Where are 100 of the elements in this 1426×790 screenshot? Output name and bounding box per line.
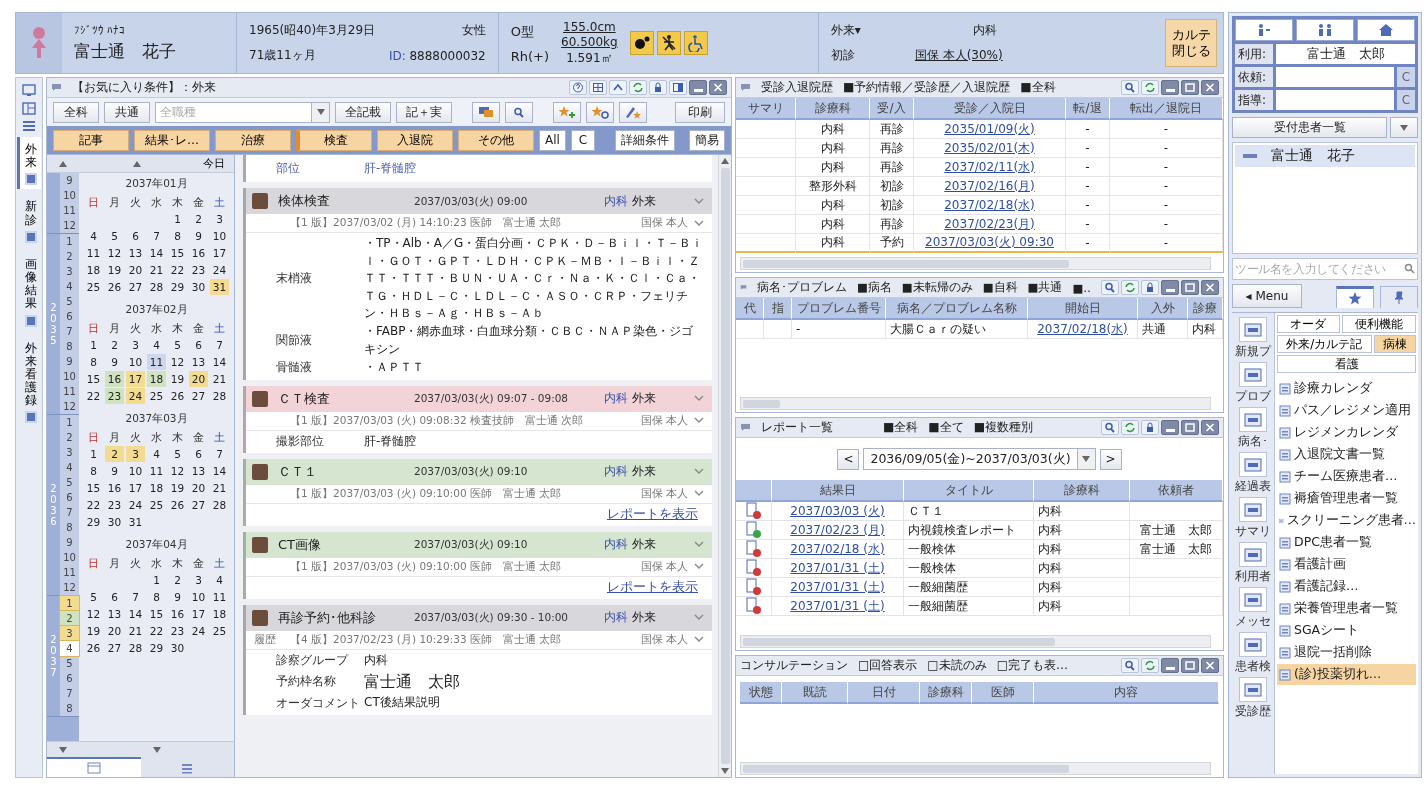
calendar-day[interactable]: 27 <box>189 388 208 404</box>
calendar-day[interactable]: 20 <box>105 623 124 639</box>
date-link[interactable]: 2037/02/18 (水) <box>772 540 904 559</box>
filter-option[interactable]: ■全て <box>928 419 964 436</box>
date-link[interactable]: 2037/02/18(水) <box>1028 320 1138 339</box>
launcher-button[interactable]: 患者検 <box>1235 632 1271 675</box>
calendar-day[interactable]: 19 <box>105 262 124 278</box>
tool-search-field[interactable]: ツール名を入力してください <box>1232 258 1418 280</box>
detail-conditions-button[interactable]: 詳細条件 <box>614 129 675 151</box>
calendar-day[interactable]: 25 <box>210 623 229 639</box>
tool-item[interactable]: 入退院文書一覧 <box>1277 444 1416 465</box>
launcher-button[interactable]: メッセ <box>1235 587 1271 630</box>
request-field[interactable] <box>1276 67 1394 87</box>
close-button[interactable] <box>1201 420 1219 435</box>
column-header[interactable]: 既読 <box>782 682 848 704</box>
horizontal-scrollbar[interactable] <box>740 257 1211 270</box>
calendar-day[interactable]: 15 <box>147 606 166 622</box>
category-tab[interactable]: 結果･レ… <box>134 129 210 151</box>
month-cell[interactable]: 9 <box>60 173 79 188</box>
calendar-day[interactable]: 14 <box>147 245 166 261</box>
column-header[interactable]: 状態 <box>740 682 782 704</box>
calendar-day[interactable]: 10 <box>189 589 208 605</box>
tool-item[interactable]: 栄養管理患者一覧 <box>1277 598 1416 619</box>
calendar-day[interactable]: 28 <box>210 497 229 513</box>
calendar-day[interactable]: 14 <box>126 606 145 622</box>
patient-list-button[interactable]: 受付患者一覧 <box>1232 117 1387 138</box>
calendar-day[interactable]: 18 <box>147 480 166 496</box>
date-link[interactable]: 2037/02/18(水) <box>914 196 1066 215</box>
visit-type[interactable]: 外来▾ <box>830 22 901 39</box>
filter-option[interactable]: ■病名 <box>856 280 892 295</box>
collapse-button[interactable] <box>609 80 627 95</box>
clear-button[interactable]: C <box>1397 67 1415 87</box>
calendar-day[interactable]: 15 <box>84 371 103 387</box>
calendar-day[interactable]: 18 <box>147 371 166 387</box>
close-button[interactable] <box>1201 280 1219 295</box>
calendar-day[interactable]: 11 <box>210 589 229 605</box>
report-link[interactable]: レポートを表示 <box>607 505 698 523</box>
category-tab[interactable]: その他 <box>458 129 534 151</box>
calendar-day[interactable]: 1 <box>84 446 103 462</box>
calendar-day[interactable]: 10 <box>210 228 229 244</box>
alert-badge[interactable] <box>656 31 681 55</box>
chevron-down-icon[interactable] <box>694 563 704 571</box>
calendar-day[interactable]: 17 <box>210 245 229 261</box>
date-link[interactable]: 2035/02/01(木) <box>914 139 1066 158</box>
calendar-day[interactable]: 30 <box>168 640 187 656</box>
launcher-button[interactable]: 受診歴 <box>1235 677 1271 720</box>
calendar-day[interactable]: 27 <box>105 640 124 656</box>
calendar-day[interactable]: 28 <box>210 388 229 404</box>
card-header[interactable]: ＣＴ１ 2037/03/03(火) 09:10 内科 外来 <box>246 458 712 485</box>
column-header[interactable]: 入外 <box>1138 298 1188 320</box>
column-header[interactable]: 診療科 <box>796 98 870 120</box>
column-header[interactable]: 指 <box>764 298 792 320</box>
column-header[interactable]: 診療科 <box>1034 480 1130 502</box>
column-header[interactable]: 代 <box>736 298 764 320</box>
category-button[interactable]: オーダ <box>1277 315 1340 333</box>
calendar-day[interactable]: 12 <box>168 463 187 479</box>
filter-button[interactable]: 全科 <box>53 101 99 123</box>
calendar-day[interactable]: 15 <box>84 480 103 496</box>
column-header[interactable]: タイトル <box>904 480 1034 502</box>
calendar-day[interactable]: 24 <box>210 262 229 278</box>
month-cell[interactable]: 12 <box>60 580 79 595</box>
caret-icon[interactable] <box>1400 124 1408 131</box>
tool-item[interactable]: (診)投薬切れ… <box>1277 664 1416 685</box>
calendar-day[interactable]: 9 <box>105 463 124 479</box>
calendar-day[interactable]: 2 <box>105 446 124 462</box>
calendar-day[interactable]: 12 <box>84 606 103 622</box>
date-link[interactable]: 2037/02/16(月) <box>914 177 1066 196</box>
home-button[interactable] <box>1357 19 1415 41</box>
filter-option[interactable]: ■未転帰のみ <box>901 280 973 295</box>
close-button[interactable] <box>709 80 727 95</box>
month-cell[interactable]: 3 <box>60 445 79 460</box>
tool-item[interactable]: DPC患者一覧 <box>1277 532 1416 553</box>
calendar-day[interactable]: 9 <box>189 228 208 244</box>
calendar-day[interactable]: 19 <box>168 371 187 387</box>
tool-item[interactable]: 退院一括削除 <box>1277 642 1416 663</box>
date-link[interactable]: 2037/03/03 (火) <box>772 502 904 521</box>
refresh-button[interactable] <box>1141 80 1159 95</box>
caret-icon[interactable] <box>316 109 325 115</box>
calendar-day[interactable]: 6 <box>126 228 145 244</box>
calendar-day[interactable]: 5 <box>84 589 103 605</box>
tool-item[interactable]: スクリーニング患者… <box>1277 510 1416 531</box>
date-link[interactable]: 2037/01/31 (土) <box>772 559 904 578</box>
scroll-down-icon[interactable] <box>721 768 729 774</box>
month-cell[interactable]: 10 <box>60 369 79 384</box>
launcher-button[interactable]: 新規プ <box>1235 317 1271 360</box>
side-tab[interactable]: 外来 <box>17 137 41 190</box>
calendar-day[interactable]: 10 <box>126 354 145 370</box>
tool-tab[interactable] <box>1336 286 1374 308</box>
search-button[interactable] <box>1121 658 1139 673</box>
calendar-day[interactable]: 30 <box>189 279 208 295</box>
calendar-day[interactable]: 1 <box>168 211 187 227</box>
calendar-day[interactable]: 26 <box>168 497 187 513</box>
calendar-day[interactable]: 22 <box>84 388 103 404</box>
simple-view-button[interactable]: 簡易 <box>689 129 725 151</box>
calendar-day[interactable]: 29 <box>147 640 166 656</box>
filter-option[interactable]: ■共通 <box>1027 280 1063 295</box>
tool-item[interactable]: レジメンカレンダ <box>1277 422 1416 443</box>
calendar-day[interactable]: 30 <box>105 514 124 530</box>
month-cell[interactable]: 8 <box>60 339 79 354</box>
calendar-day[interactable]: 6 <box>189 446 208 462</box>
